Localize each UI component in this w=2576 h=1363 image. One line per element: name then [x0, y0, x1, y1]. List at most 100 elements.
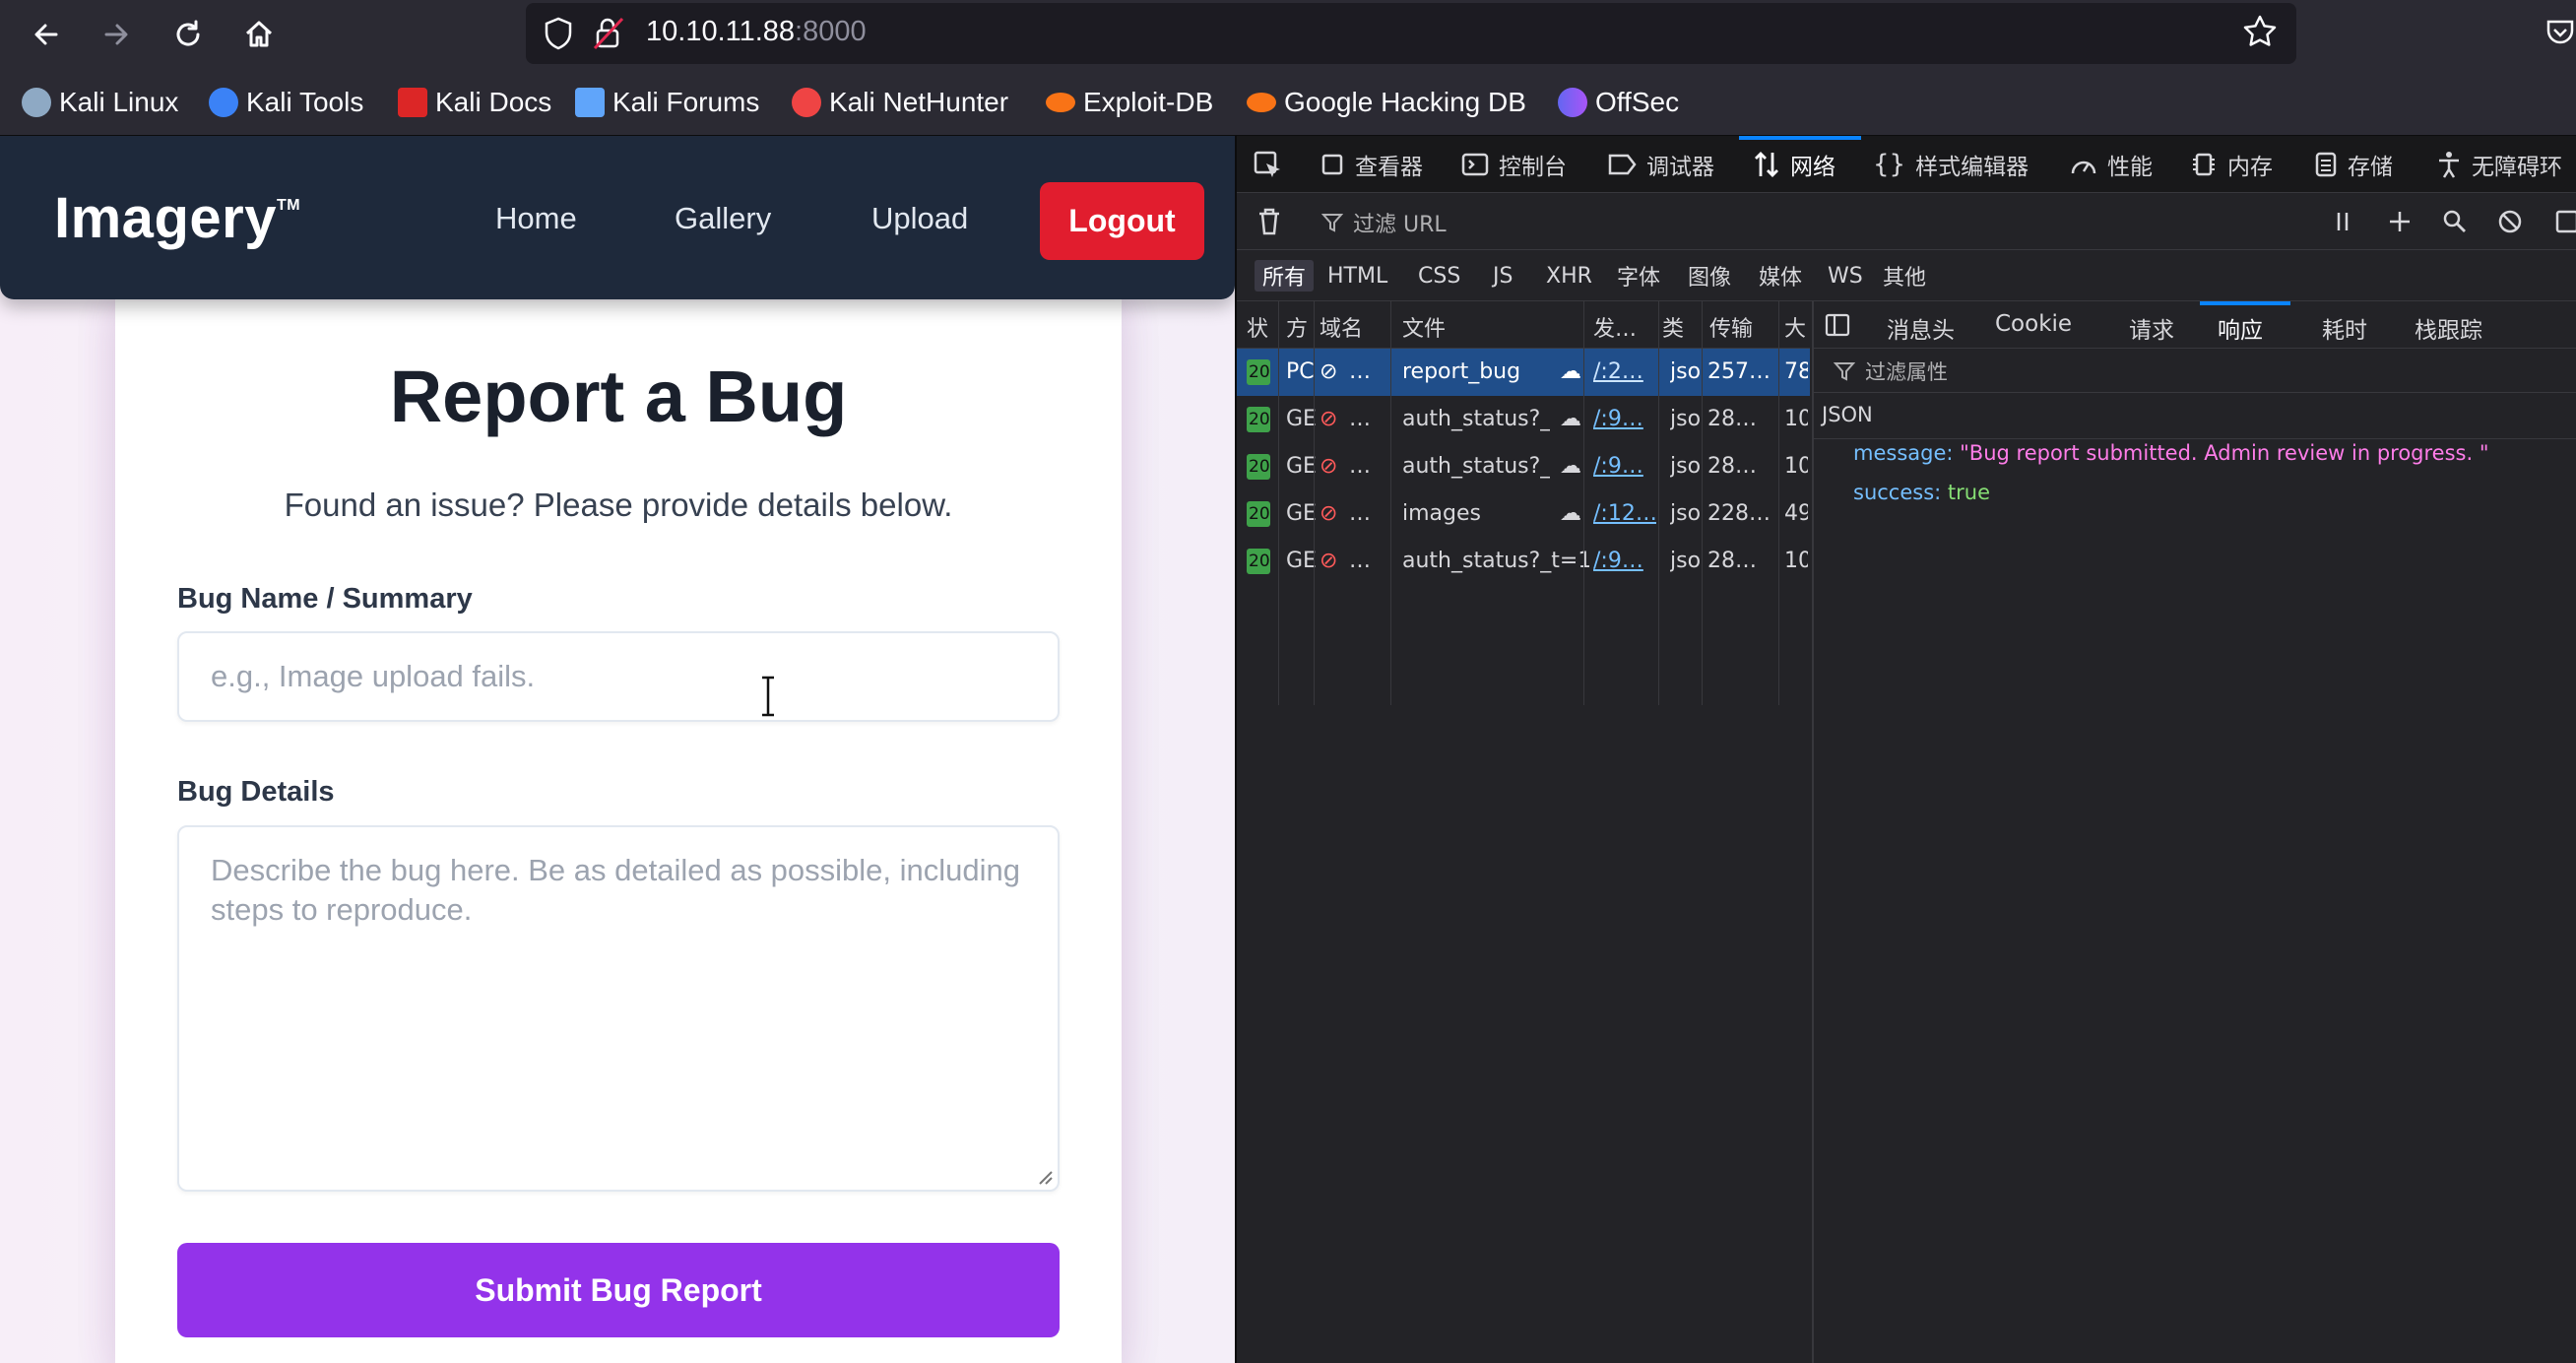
url-text[interactable]: 10.10.11.88:8000: [646, 16, 867, 48]
tab-accessibility[interactable]: 无障碍环: [2436, 146, 2562, 183]
tab-performance[interactable]: 性能: [2070, 146, 2153, 183]
forward-button[interactable]: [94, 12, 139, 57]
nav-home-link[interactable]: Home: [495, 201, 577, 236]
tab-request[interactable]: 请求: [2129, 311, 2174, 345]
bookmark-google-hacking-db[interactable]: Google Hacking DB: [1247, 85, 1526, 120]
bookmark-kali-nethunter[interactable]: Kali NetHunter: [792, 85, 1008, 120]
tab-memory[interactable]: 内存: [2190, 146, 2273, 183]
tab-cookies[interactable]: Cookie: [1995, 311, 2072, 337]
reload-button[interactable]: [165, 12, 211, 57]
status-badge: 200: [1247, 454, 1270, 480]
home-icon: [245, 21, 273, 47]
request-domain: …: [1349, 501, 1371, 526]
tab-console[interactable]: 控制台: [1461, 146, 1567, 183]
tab-label: 调试器: [1646, 155, 1714, 180]
tab-storage[interactable]: 存储: [2314, 146, 2393, 183]
search-icon[interactable]: [2442, 209, 2468, 234]
bug-details-textarea[interactable]: Describe the bug here. Be as detailed as…: [177, 825, 1060, 1192]
bookmark-star-icon[interactable]: [2242, 14, 2278, 49]
type-filter-images[interactable]: 图像: [1680, 260, 1739, 292]
pause-icon[interactable]: [2332, 209, 2353, 234]
bug-name-input[interactable]: e.g., Image upload fails.: [177, 631, 1060, 722]
pocket-icon[interactable]: [2544, 16, 2576, 47]
site-logo[interactable]: ImageryTM: [54, 185, 300, 251]
bookmark-exploit-db[interactable]: Exploit-DB: [1046, 85, 1213, 120]
type-filter-all[interactable]: 所有: [1255, 260, 1315, 292]
request-row[interactable]: 200 GE ⊘ … auth_status?_t=176 /:9… jso 2…: [1237, 538, 1810, 585]
request-initiator[interactable]: /:9…: [1593, 407, 1656, 431]
request-row[interactable]: 200 GE ⊘ … images ☁ /:12… jso 228… 49: [1237, 490, 1810, 538]
request-method: GE: [1286, 407, 1316, 431]
type-filter-fonts[interactable]: 字体: [1609, 260, 1668, 292]
screen: { "browser": { "url_host": "10.10.11.88"…: [0, 0, 2576, 1363]
filter-url-input[interactable]: 过滤 URL: [1321, 207, 1447, 238]
settings-panel-icon[interactable]: [2554, 209, 2576, 234]
type-filter-media[interactable]: 媒体: [1751, 260, 1810, 292]
type-filter-other[interactable]: 其他: [1875, 260, 1934, 292]
request-row[interactable]: 200 GE ⊘ … auth_status?_ ☁ /:9… jso 28… …: [1237, 396, 1810, 443]
col-transferred[interactable]: 传输: [1709, 311, 1753, 343]
request-initiator[interactable]: /:9…: [1593, 549, 1656, 573]
element-picker-icon[interactable]: [1253, 150, 1284, 181]
tab-label: 查看器: [1355, 155, 1423, 180]
type-filter-css[interactable]: CSS: [1410, 260, 1468, 292]
request-row[interactable]: 200 PC ⊘ … report_bug ☁ /:2… jso 257… 78: [1237, 349, 1810, 396]
column-divider: [1702, 301, 1703, 705]
col-file[interactable]: 文件: [1402, 311, 1446, 343]
col-status[interactable]: 状: [1247, 311, 1268, 343]
request-initiator[interactable]: /:2…: [1593, 359, 1656, 384]
home-button[interactable]: [236, 12, 282, 57]
bookmark-label: Kali Tools: [246, 87, 364, 117]
col-domain[interactable]: 域名: [1320, 311, 1363, 343]
json-success-line[interactable]: success: true: [1853, 481, 1990, 504]
request-initiator[interactable]: /:12…: [1593, 501, 1656, 526]
insecure-lock-icon[interactable]: [593, 17, 624, 50]
exploit-db-icon: [1046, 93, 1075, 112]
url-host: 10.10.11.88: [646, 16, 796, 47]
tab-response[interactable]: 响应: [2218, 311, 2263, 345]
tab-headers[interactable]: 消息头: [1887, 311, 1955, 345]
add-icon[interactable]: [2387, 209, 2413, 234]
bookmark-kali-linux[interactable]: Kali Linux: [22, 85, 178, 120]
clear-trash-icon[interactable]: [1256, 207, 1282, 236]
type-filter-html[interactable]: HTML: [1320, 260, 1395, 292]
bookmark-kali-docs[interactable]: Kali Docs: [398, 85, 551, 120]
nav-gallery-link[interactable]: Gallery: [675, 201, 771, 236]
nav-upload-link[interactable]: Upload: [871, 201, 968, 236]
url-bar[interactable]: 10.10.11.88:8000: [526, 3, 2296, 64]
request-initiator[interactable]: /:9…: [1593, 454, 1656, 479]
back-button[interactable]: [24, 12, 69, 57]
json-section-header[interactable]: JSON: [1814, 392, 2576, 439]
type-filter-js[interactable]: JS: [1485, 260, 1520, 292]
inspector-icon: [1321, 154, 1343, 175]
tab-debugger[interactable]: 调试器: [1607, 146, 1714, 183]
network-filter-bar: 过滤 URL: [1237, 193, 2576, 250]
request-transferred: 228…: [1707, 501, 1771, 526]
request-file: report_bug: [1402, 359, 1521, 384]
json-message-line[interactable]: message: "Bug report submitted. Admin re…: [1853, 441, 2489, 465]
tab-style-editor[interactable]: {} 样式编辑器: [1873, 146, 2029, 183]
type-filter-ws[interactable]: WS: [1820, 260, 1871, 292]
type-filter-xhr[interactable]: XHR: [1538, 260, 1600, 292]
logout-button[interactable]: Logout: [1040, 182, 1204, 260]
bookmark-kali-tools[interactable]: Kali Tools: [209, 85, 363, 120]
submit-bug-report-button[interactable]: Submit Bug Report: [177, 1243, 1060, 1337]
tracking-shield-icon[interactable]: [544, 17, 573, 50]
col-type[interactable]: 类: [1662, 311, 1684, 343]
bookmark-kali-forums[interactable]: Kali Forums: [575, 85, 759, 120]
resize-handle-icon[interactable]: [1036, 1168, 1054, 1186]
toggle-sidebar-icon[interactable]: [1824, 311, 1851, 339]
tab-network[interactable]: 网络: [1753, 146, 1835, 183]
tab-inspector[interactable]: 查看器: [1320, 146, 1423, 183]
kali-dragon-icon: [22, 88, 51, 117]
col-size[interactable]: 大: [1784, 311, 1806, 343]
bug-details-placeholder: Describe the bug here. Be as detailed as…: [211, 853, 1021, 927]
tab-timings[interactable]: 耗时: [2322, 311, 2367, 345]
block-icon[interactable]: [2497, 209, 2523, 234]
bookmark-offsec[interactable]: OffSec: [1558, 85, 1679, 120]
request-row[interactable]: 200 GE ⊘ … auth_status?_ ☁ /:9… jso 28… …: [1237, 443, 1810, 490]
col-initiator[interactable]: 发…: [1593, 311, 1637, 343]
tab-stack-trace[interactable]: 栈跟踪: [2415, 311, 2482, 345]
filter-properties-input[interactable]: 过滤属性: [1834, 357, 1948, 386]
col-method[interactable]: 方: [1286, 311, 1308, 343]
